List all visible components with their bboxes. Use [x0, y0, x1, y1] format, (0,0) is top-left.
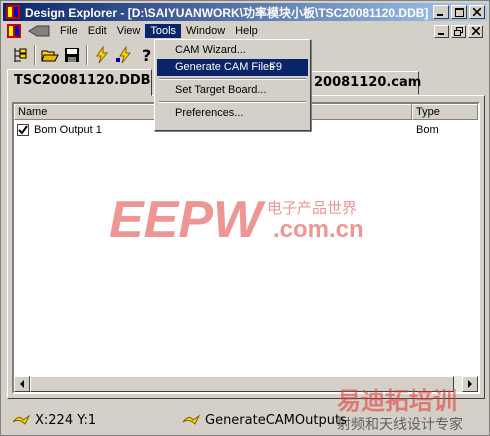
watermark-tagline: 电子产品世界	[267, 199, 357, 217]
output-name: Bom Output 1	[34, 124, 102, 136]
toolbar-separator	[86, 45, 88, 65]
cam-panel: Name Type Bom Output 1 Bom	[7, 95, 485, 399]
minimize-button[interactable]	[433, 5, 449, 19]
open-folder-icon[interactable]	[39, 44, 61, 66]
menu-item-set-target-board[interactable]: Set Target Board...	[157, 82, 308, 99]
output-enabled-checkbox[interactable]	[17, 124, 29, 136]
doc-close-button[interactable]	[468, 24, 483, 38]
menu-help[interactable]: Help	[230, 24, 263, 38]
shortcut-label: F9	[269, 61, 282, 73]
close-button[interactable]	[469, 5, 485, 19]
go-back-arrow-icon[interactable]	[27, 23, 51, 39]
save-icon[interactable]	[61, 44, 83, 66]
toolbar-separator	[34, 45, 36, 65]
process-status: GenerateCAMOutputs	[181, 412, 347, 428]
menu-item-cam-wizard[interactable]: CAM Wizard...	[157, 42, 308, 59]
application-window: Design Explorer - [D:\SAIYUANWORK\功率模块小板…	[0, 0, 490, 436]
document-menu-icon[interactable]	[5, 23, 27, 39]
current-process: GenerateCAMOutputs	[205, 412, 347, 428]
cursor-coords: X:224 Y:1	[35, 412, 97, 428]
menu-item-generate-cam-files[interactable]: Generate CAM Files F9	[157, 59, 308, 76]
run-process-icon[interactable]	[113, 44, 135, 66]
menu-view[interactable]: View	[112, 24, 146, 38]
menu-edit[interactable]: Edit	[83, 24, 112, 38]
svg-text:?: ?	[142, 46, 151, 64]
cam-output-list[interactable]: Name Type Bom Output 1 Bom	[12, 102, 480, 394]
design-explorer-icon	[5, 4, 21, 20]
status-bar: X:224 Y:1 GenerateCAMOutputs	[3, 407, 487, 433]
menu-bar: File Edit View Tools Window Help	[3, 22, 487, 40]
lightning-status-icon	[11, 412, 31, 428]
tools-menu-dropdown: CAM Wizard... Generate CAM Files F9 Set …	[154, 39, 311, 131]
tab-cam[interactable]: 20081120.cam	[307, 71, 421, 95]
eepw-watermark: EEPW 电子产品世界 .com.cn	[109, 191, 389, 249]
watermark-logo: EEPW	[109, 193, 266, 243]
design-manager-icon[interactable]	[9, 44, 31, 66]
watermark-domain: .com.cn	[273, 216, 364, 243]
menu-file[interactable]: File	[55, 24, 83, 38]
window-title: Design Explorer - [D:\SAIYUANWORK\功率模块小板…	[25, 5, 429, 20]
maximize-button[interactable]	[451, 5, 467, 19]
column-header-type[interactable]: Type	[412, 104, 478, 120]
doc-restore-button[interactable]	[451, 24, 466, 38]
run-wizard-icon[interactable]	[91, 44, 113, 66]
title-bar[interactable]: Design Explorer - [D:\SAIYUANWORK\功率模块小板…	[3, 3, 487, 21]
doc-minimize-button[interactable]	[434, 24, 449, 38]
tab-ddb[interactable]: TSC20081120.DDB	[7, 69, 152, 96]
coordinate-status: X:224 Y:1	[11, 412, 181, 428]
scroll-left-button[interactable]	[14, 376, 30, 392]
menu-tools[interactable]: Tools	[145, 24, 182, 38]
lightning-process-icon	[181, 412, 201, 428]
menu-item-preferences[interactable]: Preferences...	[157, 105, 308, 122]
output-type: Bom	[416, 124, 439, 136]
menu-window[interactable]: Window	[181, 24, 230, 38]
